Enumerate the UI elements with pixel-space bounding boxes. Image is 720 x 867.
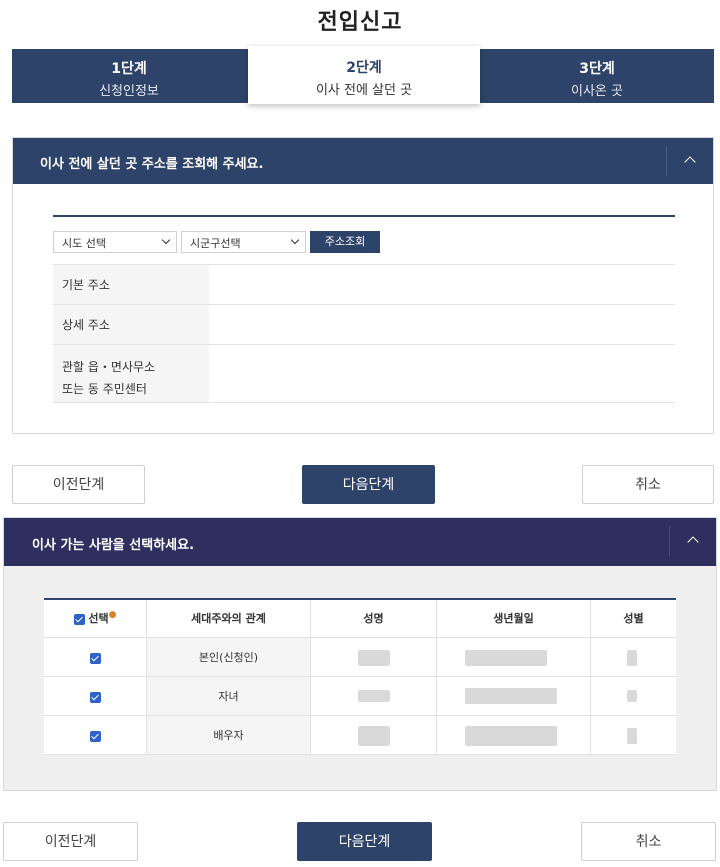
jurisdiction-office-row: 관할 읍・면사무소 또는 동 주민센터 <box>53 344 675 403</box>
step-3: 3단계 이사온 곳 <box>480 49 714 103</box>
prev-step-button[interactable]: 이전단계 <box>12 465 145 504</box>
birth-cell-redacted <box>436 638 590 676</box>
address-panel-title: 이사 전에 살던 곳 주소를 조회해 주세요. <box>40 157 264 172</box>
chevron-up-icon <box>687 536 699 548</box>
step-3-label: 이사온 곳 <box>571 84 623 99</box>
step-2-number: 2단계 <box>346 60 382 76</box>
chevron-down-icon <box>161 235 171 245</box>
movers-panel-collapse-button[interactable] <box>670 518 716 564</box>
detail-address-value <box>209 305 675 344</box>
step-2-label: 이사 전에 살던 곳 <box>315 83 413 98</box>
select-column-header: 선택 <box>88 612 109 625</box>
relation-column-header: 세대주와의 관계 <box>146 600 310 637</box>
birth-column-header: 생년월일 <box>436 600 590 637</box>
checkbox-checked-icon[interactable] <box>89 691 101 703</box>
step-1-label: 신청인정보 <box>99 84 159 99</box>
gender-column-header: 성별 <box>590 600 676 637</box>
movers-panel-title: 이사 가는 사람을 선택하세요. <box>32 538 195 553</box>
basic-address-row: 기본 주소 <box>53 264 675 304</box>
relation-cell: 배우자 <box>146 716 310 754</box>
select-all-checkbox-icon[interactable] <box>73 613 85 625</box>
table-row: 본인(신청인) <box>44 638 676 677</box>
basic-address-label: 기본 주소 <box>53 265 209 304</box>
cancel-button[interactable]: 취소 <box>581 822 716 861</box>
basic-address-value <box>209 265 675 304</box>
chevron-down-icon <box>290 235 300 245</box>
birth-cell-redacted <box>436 677 590 715</box>
birth-cell-redacted <box>436 716 590 754</box>
table-row: 자녀 <box>44 677 676 716</box>
movers-table: 선택● 세대주와의 관계 성명 생년월일 성별 본인(신청인) 자녀 배우자 <box>44 598 676 755</box>
step-1-number: 1단계 <box>111 61 147 77</box>
address-form: 시도 선택 시군구선택 주소조회 기본 주소 상세 주소 관할 읍・면사무소 또… <box>53 215 675 403</box>
gender-cell-redacted <box>590 716 676 754</box>
movers-panel-header: 이사 가는 사람을 선택하세요. <box>4 518 716 566</box>
address-panel-header: 이사 전에 살던 곳 주소를 조회해 주세요. <box>13 138 713 184</box>
address-lookup-button[interactable]: 주소조회 <box>310 231 380 253</box>
relation-cell: 본인(신청인) <box>146 638 310 676</box>
movers-panel: 이사 가는 사람을 선택하세요. 선택● 세대주와의 관계 성명 생년월일 성별… <box>3 517 717 791</box>
sido-select[interactable]: 시도 선택 <box>53 231 177 253</box>
checkbox-checked-icon[interactable] <box>89 730 101 742</box>
next-step-button[interactable]: 다음단계 <box>297 822 432 861</box>
previous-address-panel: 이사 전에 살던 곳 주소를 조회해 주세요. 시도 선택 시군구선택 주소조회… <box>12 137 714 434</box>
address-panel-collapse-button[interactable] <box>667 138 713 184</box>
name-cell-redacted <box>310 638 436 676</box>
name-column-header: 성명 <box>310 600 436 637</box>
sigungu-select-value: 시군구선택 <box>190 237 241 250</box>
row-select-cell[interactable] <box>44 677 146 715</box>
step-3-number: 3단계 <box>579 61 615 77</box>
relation-cell: 자녀 <box>146 677 310 715</box>
required-mark: ● <box>108 610 117 620</box>
name-cell-redacted <box>310 677 436 715</box>
name-cell-redacted <box>310 716 436 754</box>
table-header-row: 선택● 세대주와의 관계 성명 생년월일 성별 <box>44 600 676 638</box>
gender-cell-redacted <box>590 677 676 715</box>
row-select-cell[interactable] <box>44 716 146 754</box>
jurisdiction-label-line2: 또는 동 주민센터 <box>62 382 147 396</box>
gender-cell-redacted <box>590 638 676 676</box>
cancel-button[interactable]: 취소 <box>582 465 714 504</box>
row-select-cell[interactable] <box>44 638 146 676</box>
select-all-header[interactable]: 선택● <box>44 600 146 637</box>
jurisdiction-office-label: 관할 읍・면사무소 또는 동 주민센터 <box>53 345 209 402</box>
jurisdiction-label-line1: 관할 읍・면사무소 <box>62 360 156 374</box>
detail-address-label: 상세 주소 <box>53 305 209 344</box>
prev-step-button[interactable]: 이전단계 <box>3 822 138 861</box>
chevron-up-icon <box>684 156 696 168</box>
table-row: 배우자 <box>44 716 676 755</box>
checkbox-checked-icon[interactable] <box>89 652 101 664</box>
step-2-active: 2단계 이사 전에 살던 곳 <box>248 46 480 104</box>
detail-address-row: 상세 주소 <box>53 304 675 344</box>
sigungu-select[interactable]: 시군구선택 <box>181 231 306 253</box>
sido-select-value: 시도 선택 <box>62 237 106 250</box>
page-title: 전입신고 <box>317 10 403 35</box>
jurisdiction-office-value <box>209 345 675 402</box>
step-indicator: 1단계 신청인정보 3단계 이사온 곳 2단계 이사 전에 살던 곳 <box>12 46 714 104</box>
next-step-button[interactable]: 다음단계 <box>302 465 435 504</box>
step-1: 1단계 신청인정보 <box>12 49 246 103</box>
